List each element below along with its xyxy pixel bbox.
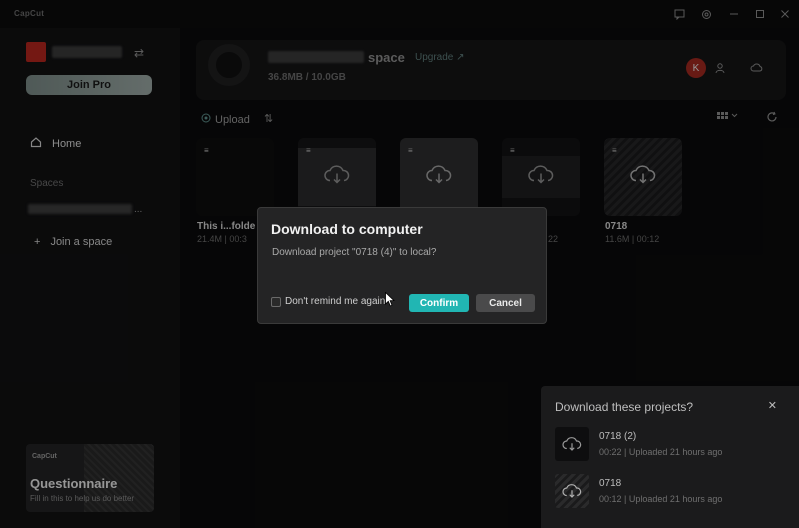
cancel-button[interactable]: Cancel (476, 294, 535, 312)
list-item[interactable]: 0718 00:12 | Uploaded 21 hours ago (555, 474, 785, 510)
download-projects-panel: Download these projects? ✕ 0718 (2) 00:2… (541, 386, 799, 528)
dialog-title: Download to computer (271, 221, 423, 237)
dialog-message: Download project "0718 (4)" to local? (272, 247, 437, 258)
dont-remind-checkbox[interactable]: Don't remind me again (271, 296, 385, 307)
item-meta: 00:12 | Uploaded 21 hours ago (599, 494, 723, 504)
mouse-cursor-icon (385, 291, 395, 312)
list-item[interactable]: 0718 (2) 00:22 | Uploaded 21 hours ago (555, 427, 785, 463)
checkbox-box[interactable] (271, 296, 281, 307)
cloud-download-icon[interactable] (555, 427, 589, 461)
confirm-button[interactable]: Confirm (409, 294, 469, 312)
item-name: 0718 (599, 478, 622, 489)
cloud-download-icon[interactable] (555, 474, 589, 508)
download-dialog: Download to computer Download project "0… (257, 207, 547, 324)
item-name: 0718 (2) (599, 431, 637, 442)
item-meta: 00:22 | Uploaded 21 hours ago (599, 447, 723, 457)
panel-title: Download these projects? (555, 400, 694, 414)
close-icon[interactable]: ✕ (768, 399, 777, 412)
checkbox-label: Don't remind me again (285, 296, 386, 307)
